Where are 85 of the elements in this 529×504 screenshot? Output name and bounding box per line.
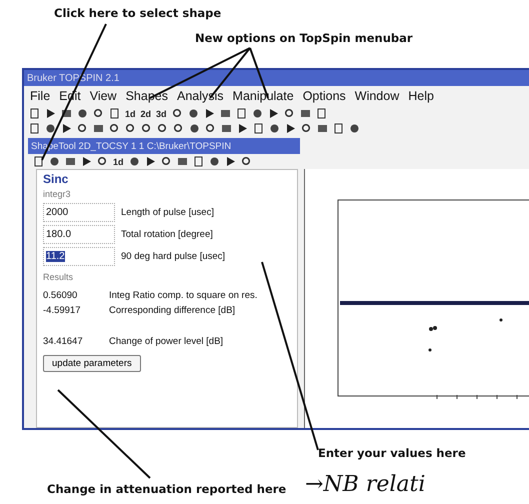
toolbar-icon[interactable] bbox=[144, 156, 156, 167]
toolbar-icon[interactable] bbox=[333, 123, 344, 134]
toolbar-icon[interactable] bbox=[192, 156, 204, 167]
toolbar-icon[interactable] bbox=[284, 108, 295, 119]
toolbar-icon[interactable] bbox=[208, 156, 220, 167]
toolbar-icon[interactable] bbox=[204, 108, 215, 119]
toolbar-icon[interactable] bbox=[220, 108, 231, 119]
update-button[interactable]: update parameters bbox=[43, 355, 141, 372]
menu-item[interactable]: File bbox=[30, 89, 50, 103]
annotation-text: Change in attenuation reported here bbox=[47, 482, 286, 496]
shape-subtitle: integr3 bbox=[43, 189, 72, 199]
field-value: 2000 bbox=[46, 207, 68, 218]
menu-item[interactable]: Window bbox=[354, 89, 400, 103]
toolbar-icon[interactable] bbox=[240, 156, 252, 167]
toolbar-icon[interactable] bbox=[29, 108, 40, 119]
toolbar-icon[interactable] bbox=[33, 156, 44, 167]
result-label: Change of power level [dB] bbox=[109, 336, 224, 347]
toolbar-icon[interactable] bbox=[317, 123, 328, 134]
menu-item[interactable]: Analysis bbox=[176, 89, 224, 103]
toolbar-icon[interactable] bbox=[172, 108, 183, 119]
toolbar-icon[interactable] bbox=[176, 156, 188, 167]
toolbar-icon[interactable] bbox=[224, 156, 236, 167]
toolbar-icon[interactable] bbox=[93, 108, 104, 119]
toolbar-icon[interactable] bbox=[45, 108, 56, 119]
toolbar-icon[interactable] bbox=[77, 108, 88, 119]
toolbar-icon[interactable] bbox=[237, 123, 248, 134]
toolbar-icon[interactable] bbox=[49, 156, 60, 167]
field-label: Length of pulse [usec] bbox=[121, 207, 214, 218]
toolbar-icon[interactable] bbox=[61, 123, 72, 134]
toolbar-icon[interactable] bbox=[221, 123, 232, 134]
shape-name: Sinc bbox=[43, 172, 70, 186]
toolbar-icon[interactable] bbox=[173, 123, 184, 134]
toolbar-icon[interactable] bbox=[97, 156, 108, 167]
toolbar-icon[interactable] bbox=[252, 108, 263, 119]
toolbar-icon[interactable] bbox=[128, 156, 140, 167]
toolbar-icon[interactable] bbox=[160, 156, 172, 167]
menu-item[interactable]: View bbox=[90, 89, 117, 103]
toolbar-icon[interactable] bbox=[29, 123, 40, 134]
toolbar-button[interactable]: 1d bbox=[113, 156, 124, 166]
toolbar-icon[interactable] bbox=[269, 123, 280, 134]
toolbar-icon[interactable] bbox=[349, 123, 360, 134]
result-label: Corresponding difference [dB] bbox=[109, 305, 236, 316]
toolbar-icon[interactable] bbox=[189, 123, 200, 134]
result-value: 34.41647 bbox=[43, 336, 84, 347]
toolbar-icon[interactable] bbox=[77, 123, 88, 134]
toolbar-icon[interactable] bbox=[316, 108, 327, 119]
results-heading: Results bbox=[43, 272, 74, 282]
toolbar-button[interactable]: 2d bbox=[140, 108, 152, 118]
toolbar-icon[interactable] bbox=[141, 123, 152, 134]
input-field[interactable]: 11.2 bbox=[43, 247, 115, 266]
toolbar-icon[interactable] bbox=[125, 123, 136, 134]
toolbar-icon[interactable] bbox=[205, 123, 216, 134]
toolbar-icon[interactable] bbox=[65, 156, 76, 167]
result-value: -4.59917 bbox=[43, 305, 82, 316]
field-label: Total rotation [degree] bbox=[121, 229, 213, 240]
field-label: 90 deg hard pulse [usec] bbox=[121, 251, 226, 262]
toolbar-icon[interactable] bbox=[253, 123, 264, 134]
toolbar-icon[interactable] bbox=[109, 123, 120, 134]
menu-item[interactable]: Shapes bbox=[126, 89, 168, 103]
toolbar-icon[interactable] bbox=[268, 108, 279, 119]
menu-item[interactable]: Manipulate bbox=[232, 89, 294, 103]
toolbar-icon[interactable] bbox=[285, 123, 296, 134]
annotation-text: Click here to select shape bbox=[54, 6, 222, 20]
toolbar-icon[interactable] bbox=[45, 123, 56, 134]
field-value: 11.2 bbox=[46, 251, 65, 262]
input-field[interactable]: 180.0 bbox=[43, 225, 115, 244]
handwritten-note: →NB relati bbox=[305, 472, 426, 497]
input-field[interactable]: 2000 bbox=[43, 203, 115, 222]
toolbar-icon[interactable] bbox=[188, 108, 199, 119]
toolbar-icon[interactable] bbox=[157, 123, 168, 134]
toolbar-icon[interactable] bbox=[109, 108, 120, 119]
toolbar-icon[interactable] bbox=[300, 108, 311, 119]
field-value: 180.0 bbox=[46, 229, 72, 240]
annotation-text: Enter your values here bbox=[318, 446, 466, 460]
toolbar-icon[interactable] bbox=[236, 108, 247, 119]
toolbar-button[interactable]: 3d bbox=[156, 108, 167, 118]
toolbar-button[interactable]: 1d bbox=[125, 108, 136, 118]
menu-item[interactable]: Help bbox=[408, 89, 434, 103]
annotation-text: New options on TopSpin menubar bbox=[195, 31, 413, 45]
toolbar-icon[interactable] bbox=[301, 123, 312, 134]
toolbar-icon[interactable] bbox=[93, 123, 104, 134]
menu-item[interactable]: Options bbox=[302, 89, 346, 103]
result-label: Integ Ratio comp. to square on res. bbox=[109, 290, 258, 301]
toolbar-icon[interactable] bbox=[81, 156, 92, 167]
result-value: 0.56090 bbox=[43, 290, 78, 301]
